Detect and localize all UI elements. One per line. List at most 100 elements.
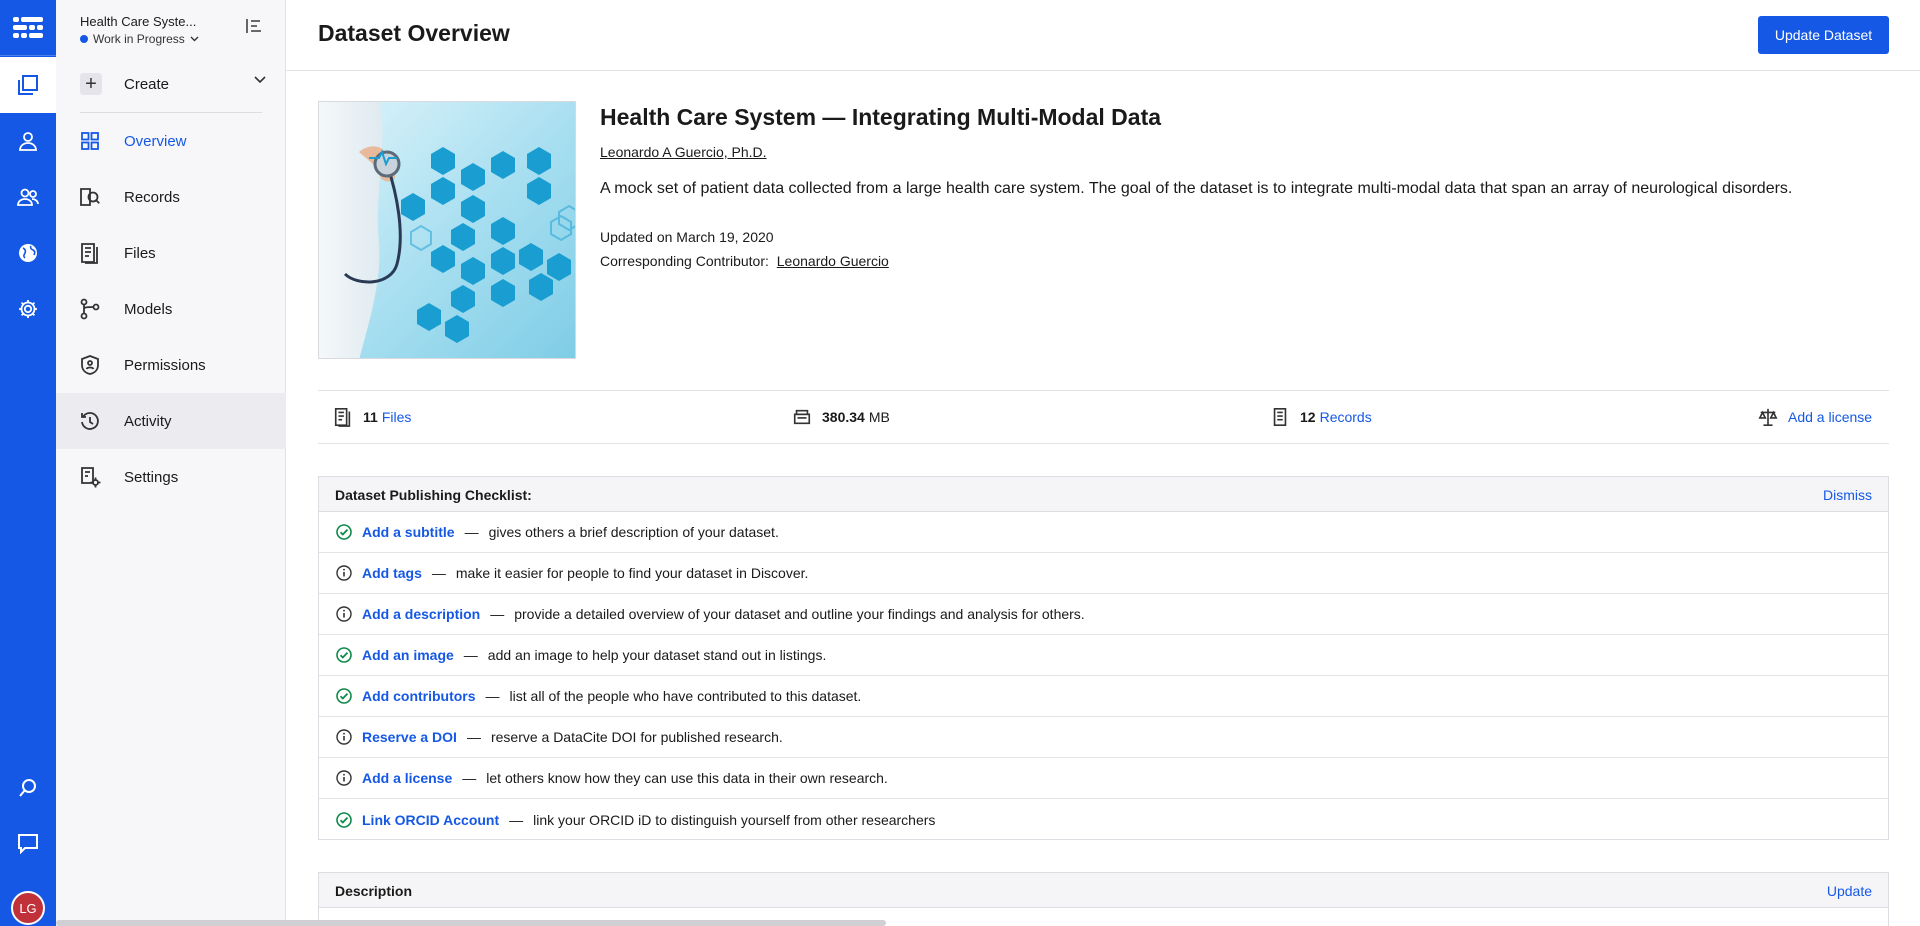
- horizontal-scrollbar[interactable]: [56, 920, 886, 926]
- publishing-checklist: Dataset Publishing Checklist: Dismiss Ad…: [318, 476, 1889, 840]
- checklist-header: Dataset Publishing Checklist: Dismiss: [319, 477, 1888, 512]
- stat-records[interactable]: 12 Records: [1270, 391, 1372, 443]
- checklist-separator: —: [466, 729, 481, 745]
- team-icon[interactable]: [0, 169, 56, 225]
- main-content: Dataset Overview Update Dataset Health C…: [286, 0, 1920, 926]
- files-icon: [81, 243, 98, 264]
- check-circle-icon: [336, 811, 352, 828]
- sidebar-item-records[interactable]: Records: [56, 169, 286, 225]
- info-icon: [336, 729, 352, 745]
- sidebar-item-activity[interactable]: Activity: [56, 393, 286, 449]
- description-title: Description: [335, 883, 413, 899]
- gear-icon[interactable]: [0, 281, 56, 337]
- shield-icon: [81, 355, 99, 375]
- contributor-link[interactable]: Leonardo Guercio: [777, 253, 889, 269]
- stat-license[interactable]: Add a license: [1758, 391, 1872, 443]
- dataset-author-link[interactable]: Leonardo A Guercio, Ph.D.: [600, 144, 767, 160]
- checklist-item: Add contributors — list all of the people …: [319, 676, 1888, 717]
- checklist-item: Add an image — add an image to help your d…: [319, 635, 1888, 676]
- models-icon: [80, 298, 100, 320]
- dismiss-button[interactable]: Dismiss: [1823, 487, 1872, 503]
- create-menu[interactable]: + Create: [80, 70, 266, 98]
- activity-icon: [81, 412, 99, 430]
- contributor-label: Corresponding Contributor:: [600, 253, 769, 269]
- dataset-banner-image: [318, 101, 576, 359]
- checklist-item: Reserve a DOI — reserve a DataCite DOI for…: [319, 717, 1888, 758]
- checklist-item: Add a description — provide a detailed ove…: [319, 594, 1888, 635]
- checklist-action-link[interactable]: Add an image: [362, 647, 454, 663]
- checklist-action-link[interactable]: Add a subtitle: [362, 524, 455, 540]
- chat-icon[interactable]: [0, 815, 56, 871]
- status-dot-icon: [80, 35, 88, 43]
- checklist-separator: —: [462, 770, 477, 786]
- files-icon: [334, 408, 351, 427]
- description-update-button[interactable]: Update: [1827, 883, 1872, 899]
- stat-files[interactable]: 11 Files: [333, 391, 411, 443]
- search-icon[interactable]: [0, 760, 56, 816]
- check-circle-icon: [336, 524, 352, 540]
- checklist-action-link[interactable]: Add a license: [362, 770, 452, 786]
- checklist-action-link[interactable]: Add contributors: [362, 688, 476, 704]
- settings-icon: [81, 467, 101, 488]
- dataset-description: A mock set of patient data collected fro…: [600, 180, 1793, 197]
- plus-icon: +: [80, 73, 102, 95]
- checklist-separator: —: [464, 524, 479, 540]
- checklist-item: Add tags — make it easier for people to fi…: [319, 553, 1888, 594]
- checklist-item-text: let others know how they can use this da…: [486, 770, 888, 786]
- records-icon: [1273, 408, 1287, 426]
- stat-size: 380.34 MB: [792, 391, 890, 443]
- app-rail: LG: [0, 0, 56, 926]
- records-link[interactable]: Records: [1320, 409, 1372, 425]
- dataset-switcher[interactable]: Health Care Syste... Work in Progress: [80, 14, 270, 46]
- check-circle-icon: [336, 688, 352, 704]
- checklist-separator: —: [490, 606, 505, 622]
- add-license-link[interactable]: Add a license: [1788, 409, 1872, 425]
- checklist-separator: —: [431, 565, 446, 581]
- files-link[interactable]: Files: [382, 409, 412, 425]
- sidebar-item-label: Activity: [124, 412, 172, 430]
- dataset-title: Health Care System — Integrating Multi-M…: [600, 104, 1162, 130]
- person-icon[interactable]: [0, 113, 56, 169]
- checklist-item-text: provide a detailed overview of your data…: [514, 606, 1085, 622]
- globe-icon[interactable]: [0, 225, 56, 281]
- sidebar-item-label: Permissions: [124, 356, 206, 374]
- logo-grid-icon[interactable]: [0, 0, 56, 56]
- sidebar-item-files[interactable]: Files: [56, 225, 286, 281]
- sidebar-item-overview[interactable]: Overview: [56, 113, 286, 169]
- description-header: Description Update: [319, 873, 1888, 908]
- checklist-separator: —: [509, 811, 524, 828]
- sidebar-item-settings[interactable]: Settings: [56, 449, 286, 505]
- sidebar-item-models[interactable]: Models: [56, 281, 286, 337]
- checklist-action-link[interactable]: Link ORCID Account: [362, 812, 499, 828]
- sidebar-item-permissions[interactable]: Permissions: [56, 337, 286, 393]
- check-circle-icon: [336, 647, 352, 663]
- update-dataset-button[interactable]: Update Dataset: [1758, 16, 1889, 54]
- page-title: Dataset Overview: [318, 20, 510, 46]
- sidebar-item-label: Settings: [124, 468, 179, 486]
- datasets-icon[interactable]: [0, 57, 56, 113]
- checklist-item-text: reserve a DataCite DOI for published res…: [490, 729, 783, 745]
- size-unit: MB: [868, 409, 890, 425]
- dataset-stats-bar: 11 Files 380.34 MB 12 Records Add a lice…: [318, 390, 1889, 444]
- files-count: 11: [363, 409, 378, 425]
- dataset-name: Health Care Syste...: [80, 14, 197, 29]
- avatar[interactable]: LG: [11, 891, 45, 925]
- checklist-item: Add a license — let others know how they c…: [319, 758, 1888, 799]
- dataset-status[interactable]: Work in Progress: [80, 32, 270, 46]
- grid-icon: [81, 132, 99, 150]
- checklist-action-link[interactable]: Add a description: [362, 606, 480, 622]
- chevron-down-icon: [190, 36, 199, 42]
- checklist-item-text: list all of the people who have contribu…: [509, 688, 862, 704]
- size-value: 380.34: [822, 409, 865, 425]
- collapse-sidebar-icon[interactable]: [244, 16, 264, 36]
- description-section: Description Update: [318, 872, 1889, 926]
- checklist-separator: —: [485, 688, 500, 704]
- sidebar-item-label: Models: [124, 300, 173, 318]
- info-icon: [336, 770, 352, 786]
- checklist-action-link[interactable]: Reserve a DOI: [362, 729, 457, 745]
- chevron-down-icon: [254, 76, 266, 84]
- status-label: Work in Progress: [93, 32, 185, 46]
- checklist-separator: —: [463, 647, 478, 663]
- checklist-item: Link ORCID Account — link your ORCID iD to…: [319, 799, 1888, 840]
- checklist-action-link[interactable]: Add tags: [362, 565, 422, 581]
